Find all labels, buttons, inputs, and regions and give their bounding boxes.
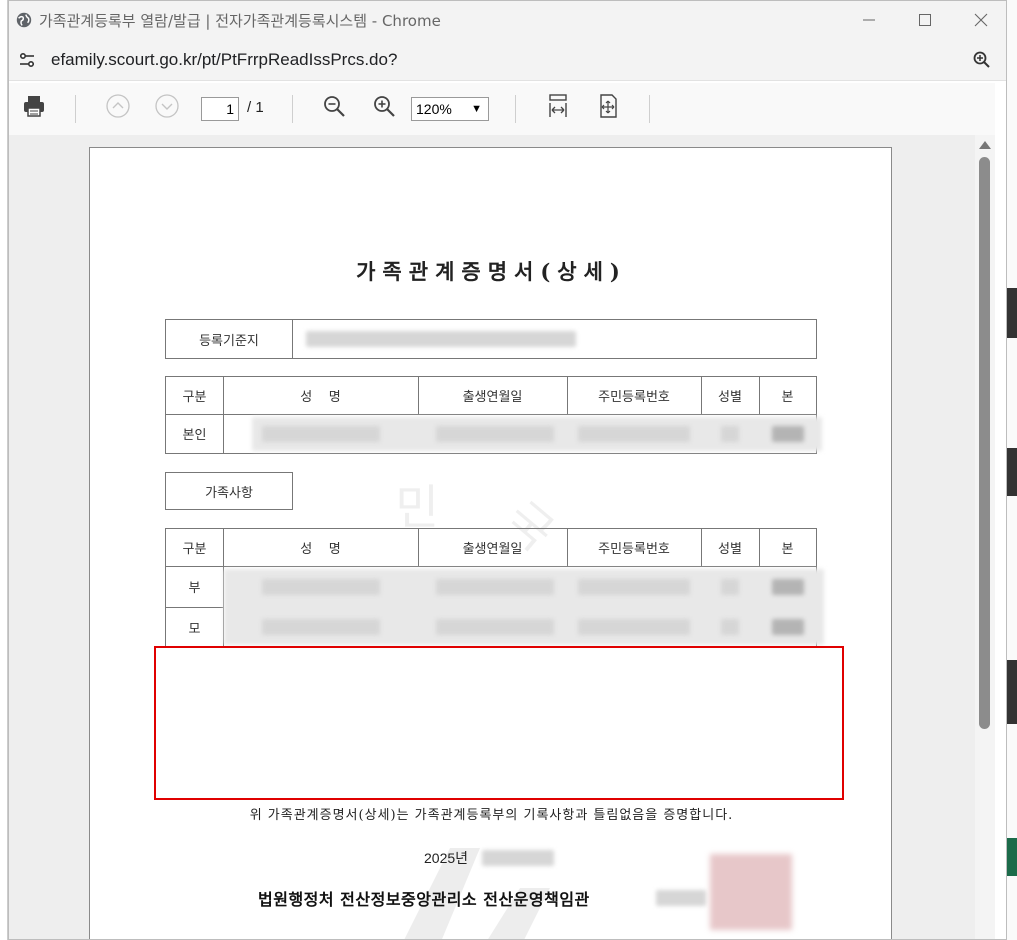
next-page-icon[interactable] xyxy=(154,93,180,119)
header-sex: 성별 xyxy=(718,542,742,557)
pdf-toolbar: 1 / 1 120% ▼ xyxy=(9,83,995,135)
watermark-emblem xyxy=(404,848,550,939)
redacted-address xyxy=(306,331,576,347)
scrollbar-thumb[interactable] xyxy=(979,157,990,729)
zoom-in-icon[interactable] xyxy=(371,93,397,119)
minimize-button[interactable] xyxy=(841,1,897,39)
zoom-value: 120% xyxy=(416,101,452,117)
family-section-label: 가족사항 xyxy=(205,485,253,501)
chevron-down-icon: ▼ xyxy=(471,103,482,115)
header-birth: 출생연월일 xyxy=(462,542,523,557)
toolbar-separator xyxy=(75,95,76,123)
close-icon xyxy=(974,13,988,27)
toolbar-separator xyxy=(292,95,293,123)
zoom-indicator-icon[interactable] xyxy=(972,50,992,70)
print-icon[interactable] xyxy=(21,93,47,119)
header-birth: 출생연월일 xyxy=(462,390,523,405)
zoom-out-icon[interactable] xyxy=(321,93,347,119)
minimize-icon xyxy=(863,19,875,21)
family-row-father: 부 xyxy=(188,581,201,596)
close-button[interactable] xyxy=(953,1,1006,39)
toolbar-separator xyxy=(649,95,650,123)
background-app-left xyxy=(0,0,8,940)
redacted-official-name xyxy=(656,890,706,906)
certification-text: 위 가족관계증명서(상세)는 가족관계등록부의 기록사항과 틀림없음을 증명합니… xyxy=(249,808,734,823)
family-section-box: 가족사항 xyxy=(165,472,293,510)
vertical-scrollbar[interactable] xyxy=(975,135,995,939)
header-origin: 본 xyxy=(781,542,794,557)
registration-base-label: 등록기준지 xyxy=(166,320,293,358)
document-title: 가족관계증명서(상세) xyxy=(356,259,627,284)
url-text[interactable]: efamily.scourt.go.kr/pt/PtFrrpReadIssPrc… xyxy=(51,50,397,70)
maximize-button[interactable] xyxy=(897,1,953,39)
pdf-viewer[interactable]: 민 국 가족관계증명서(상세) 등록기준지 구분 성 명 출생연월일 주민등록번… xyxy=(9,135,975,939)
site-info-icon[interactable] xyxy=(17,50,37,70)
redacted-date xyxy=(482,850,554,866)
address-bar: efamily.scourt.go.kr/pt/PtFrrpReadIssPrc… xyxy=(9,39,1006,81)
family-table: 구분 성 명 출생연월일 주민등록번호 성별 본 부 모 xyxy=(165,528,824,648)
page-number-input[interactable]: 1 xyxy=(201,97,239,121)
globe-icon xyxy=(16,12,32,28)
self-label: 본인 xyxy=(182,428,207,443)
header-name: 성 명 xyxy=(300,390,341,405)
family-row-mother: 모 xyxy=(188,621,201,637)
highlight-box xyxy=(154,646,844,800)
issue-year: 2025년 xyxy=(424,850,469,866)
header-name: 성 명 xyxy=(300,542,341,557)
self-table: 구분 성 명 출생연월일 주민등록번호 성별 본 본인 xyxy=(165,376,822,454)
previous-page-icon[interactable] xyxy=(105,93,131,119)
fit-page-icon[interactable] xyxy=(595,93,621,119)
header-rrn: 주민등록번호 xyxy=(598,542,670,557)
fit-width-icon[interactable] xyxy=(545,93,571,119)
header-category: 구분 xyxy=(182,542,207,557)
header-origin: 본 xyxy=(781,390,794,405)
maximize-icon xyxy=(919,14,931,26)
chrome-popup-window: 가족관계등록부 열람/발급 | 전자가족관계등록시스템 - Chrome efa… xyxy=(8,0,1007,940)
zoom-select[interactable]: 120% ▼ xyxy=(411,97,489,121)
official-seal xyxy=(710,854,792,930)
window-title: 가족관계등록부 열람/발급 | 전자가족관계등록시스템 - Chrome xyxy=(39,11,441,30)
header-category: 구분 xyxy=(182,390,207,405)
issuer-name: 법원행정처 전산정보중앙관리소 전산운영책임관 xyxy=(258,890,590,909)
title-bar: 가족관계등록부 열람/발급 | 전자가족관계등록시스템 - Chrome xyxy=(9,1,1006,39)
header-sex: 성별 xyxy=(718,390,742,405)
header-rrn: 주민등록번호 xyxy=(598,390,670,405)
registration-base-box: 등록기준지 xyxy=(165,319,817,359)
scroll-up-icon[interactable] xyxy=(979,141,991,149)
document-page: 민 국 가족관계증명서(상세) 등록기준지 구분 성 명 출생연월일 주민등록번… xyxy=(89,147,892,939)
toolbar-separator xyxy=(515,95,516,123)
page-total: / 1 xyxy=(247,99,264,116)
